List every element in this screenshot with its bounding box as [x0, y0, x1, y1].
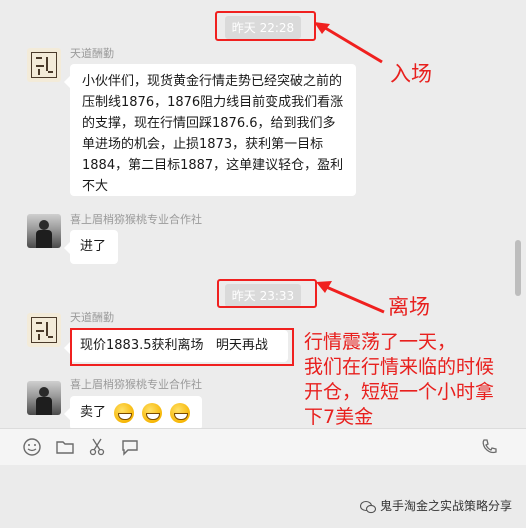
timestamp-highlight-box-1: [215, 11, 316, 41]
annotation-note-line: 行情震荡了一天，: [304, 331, 457, 353]
scissors-icon[interactable]: [87, 437, 107, 457]
folder-icon[interactable]: [55, 437, 75, 457]
chat-bubble-icon[interactable]: [120, 437, 140, 457]
avatar-kiwi-coop[interactable]: [27, 381, 61, 415]
arrow-icon: [314, 22, 383, 64]
watermark-text: 鬼手淘金之实战策略分享: [379, 499, 512, 513]
wechat-logo-icon: [359, 500, 376, 513]
annotation-note: 行情震荡了一天， 我们在行情来临的时候 开仓，短短一个小时拿 下7美金: [304, 330, 494, 428]
watermark: 鬼手淘金之实战策略分享: [359, 497, 512, 514]
sender-name: 喜上眉梢猕猴桃专业合作社: [70, 213, 202, 226]
grin-emoji-icon: [114, 402, 135, 423]
message-bubble-4[interactable]: 卖了: [64, 396, 202, 428]
message-text: 小伙伴们，现货黄金行情走势已经突破之前的压制线1876，1876阻力线目前变成我…: [82, 74, 344, 194]
message-highlight-box: [70, 328, 294, 366]
arrow-icon: [316, 281, 385, 314]
grin-emoji-icon: [170, 402, 191, 423]
annotation-entry: 入场: [390, 62, 432, 86]
scrollbar[interactable]: [515, 240, 521, 296]
annotation-note-line: 下7美金: [304, 406, 374, 428]
message-text: 卖了: [80, 405, 107, 420]
annotation-note-line: 我们在行情来临的时候: [304, 356, 495, 378]
avatar-tiandao[interactable]: [27, 313, 61, 347]
sender-name: 天道酬勤: [70, 311, 114, 324]
avatar-kiwi-coop[interactable]: [27, 214, 61, 248]
annotation-note-line: 开仓，短短一个小时拿: [304, 381, 495, 403]
message-text: 进了: [80, 239, 107, 254]
message-bubble-1[interactable]: 小伙伴们，现货黄金行情走势已经突破之前的压制线1876，1876阻力线目前变成我…: [64, 64, 356, 196]
emoji-icon[interactable]: [22, 437, 42, 457]
grin-emoji-icon: [142, 402, 163, 423]
message-bubble-2[interactable]: 进了: [64, 230, 118, 264]
chat-area: 昨天 22:28 天道酬勤 小伙伴们，现货黄金行情走势已经突破之前的压制线187…: [0, 0, 526, 428]
avatar-tiandao[interactable]: [27, 48, 61, 82]
video-call-icon[interactable]: [480, 437, 500, 457]
sender-name: 天道酬勤: [70, 47, 114, 60]
annotation-exit: 离场: [388, 295, 430, 319]
timestamp-highlight-box-2: [217, 279, 317, 308]
sender-name: 喜上眉梢猕猴桃专业合作社: [70, 378, 202, 391]
input-toolbar: [0, 428, 526, 465]
